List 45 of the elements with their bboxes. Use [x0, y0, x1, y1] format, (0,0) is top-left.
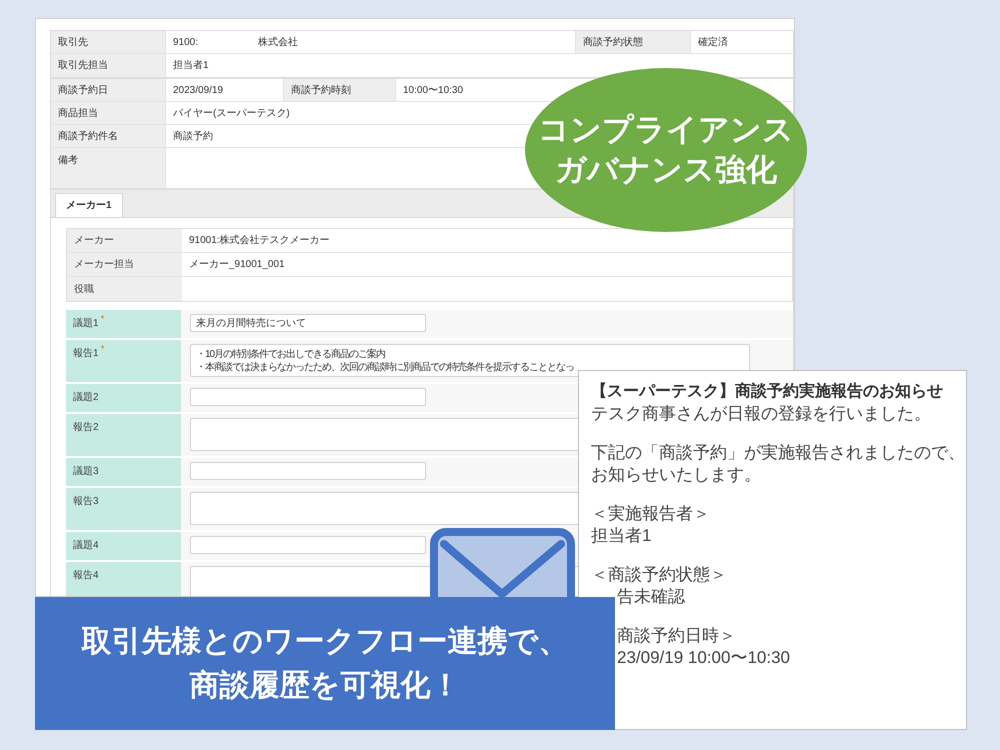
- agenda-label: 報告4: [73, 568, 99, 583]
- field-label-cell: メーカー: [67, 229, 182, 252]
- email-line: 告未確認: [617, 586, 685, 608]
- callout-text: コンプライアンス: [538, 111, 794, 149]
- required-mark: *: [100, 346, 104, 354]
- cell-text: 10:00〜10:30: [403, 84, 464, 98]
- cell-text: 9100:: [173, 36, 198, 50]
- field-label-cell: 役職: [67, 277, 182, 301]
- email-line: 23/09/19 10:00〜10:30: [617, 647, 790, 669]
- email-subject: 【スーパーテスク】商談予約実施報告のお知らせ: [591, 381, 943, 402]
- cell-text: 取引先担当: [58, 58, 108, 73]
- cell-text: 2023/09/19: [173, 84, 224, 98]
- cell-text: 商談予約件名: [58, 130, 118, 144]
- headline-text: 取引先様とのワークフロー連携で、: [82, 624, 568, 660]
- agenda-label: 議題4: [73, 538, 99, 553]
- email-line: 下記の「商談予約」が実施報告されましたので、: [591, 442, 965, 464]
- agenda-label: 報告2: [73, 420, 99, 435]
- agenda-label: 報告3: [73, 494, 99, 509]
- cell-text: 商談予約状態: [583, 36, 643, 50]
- cell-text: 確定済: [698, 36, 728, 50]
- email-line: 商談予約日時＞: [617, 625, 736, 647]
- agenda-label: 報告1: [73, 346, 99, 361]
- cell-text: バイヤー(スーパーテスク): [173, 106, 290, 120]
- report-line: ・本商談では決まらなかったため、次回の商談時に別商品での特売条件を提示することとなっ: [196, 361, 575, 374]
- cell-text: 商談予約時刻: [291, 84, 351, 98]
- headline-text: 商談履歴を可視化！: [190, 668, 460, 704]
- agenda-label: 議題1: [73, 316, 99, 331]
- email-line: お知らせいたします。: [591, 464, 761, 486]
- agenda-label: 議題3: [73, 464, 99, 479]
- callout-text: ガバナンス強化: [555, 151, 777, 189]
- agenda-label: 議題2: [73, 390, 99, 405]
- email-line: 担当者1: [591, 525, 652, 547]
- cell-text: 取引先: [58, 36, 88, 50]
- cell-text: 商談予約: [173, 130, 213, 144]
- cell-text: 商品担当: [58, 106, 98, 120]
- email-line: ＜実施報告者＞: [591, 503, 710, 525]
- email-line: テスク商事さんが日報の登録を行いました。: [591, 403, 931, 425]
- cell-text: 備考: [58, 154, 78, 168]
- required-mark: *: [100, 316, 104, 324]
- cell-text: 株式会社: [258, 36, 298, 50]
- field-label-cell: メーカー担当: [67, 253, 182, 276]
- cell-text: 担当者1: [173, 58, 209, 73]
- email-line: ＜商談予約状態＞: [591, 564, 727, 586]
- cell-text: 商談予約日: [58, 84, 108, 98]
- report-line: ・10月の特別条件でお出しできる商品のご案内: [196, 348, 386, 361]
